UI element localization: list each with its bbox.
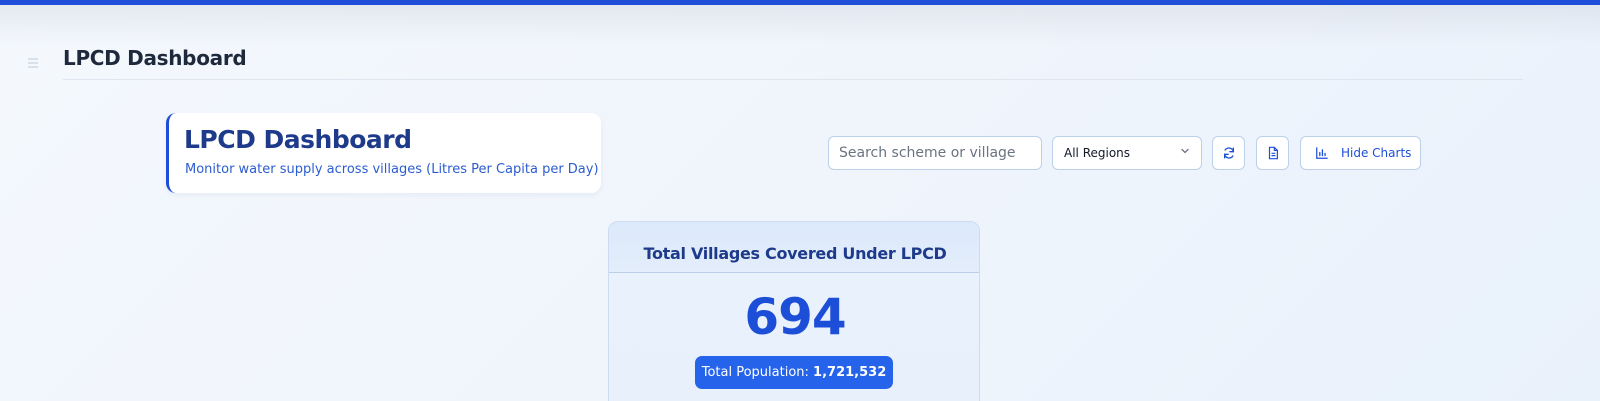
refresh-button[interactable] [1212, 136, 1245, 170]
region-select[interactable]: All Regions [1052, 136, 1202, 170]
population-badge: Total Population: 1,721,532 [695, 356, 893, 389]
bar-chart-icon [1316, 147, 1328, 159]
stat-card-header: Total Villages Covered Under LPCD [609, 222, 979, 273]
top-shadow [0, 5, 1600, 45]
villages-stat-card: Total Villages Covered Under LPCD 694 To… [608, 221, 980, 401]
stat-card-title: Total Villages Covered Under LPCD [643, 244, 947, 263]
report-icon [1268, 146, 1278, 160]
page-title: LPCD Dashboard [63, 46, 247, 70]
refresh-icon [1223, 147, 1235, 159]
dashboard-title-card: LPCD Dashboard Monitor water supply acro… [166, 113, 601, 193]
dashboard-subtitle: Monitor water supply across villages (Li… [185, 162, 599, 177]
dashboard-heading: LPCD Dashboard [184, 125, 412, 154]
menu-icon[interactable] [27, 55, 39, 68]
region-select-value: All Regions [1064, 146, 1131, 160]
search-input[interactable] [828, 136, 1042, 170]
villages-count: 694 [744, 288, 846, 346]
hide-charts-button[interactable]: Hide Charts [1300, 136, 1421, 170]
page-header: LPCD Dashboard [63, 44, 1523, 80]
chevron-down-icon [1179, 145, 1191, 157]
population-value: 1,721,532 [813, 365, 887, 380]
export-report-button[interactable] [1256, 136, 1289, 170]
population-label: Total Population: [701, 365, 814, 380]
hide-charts-label: Hide Charts [1341, 146, 1412, 160]
